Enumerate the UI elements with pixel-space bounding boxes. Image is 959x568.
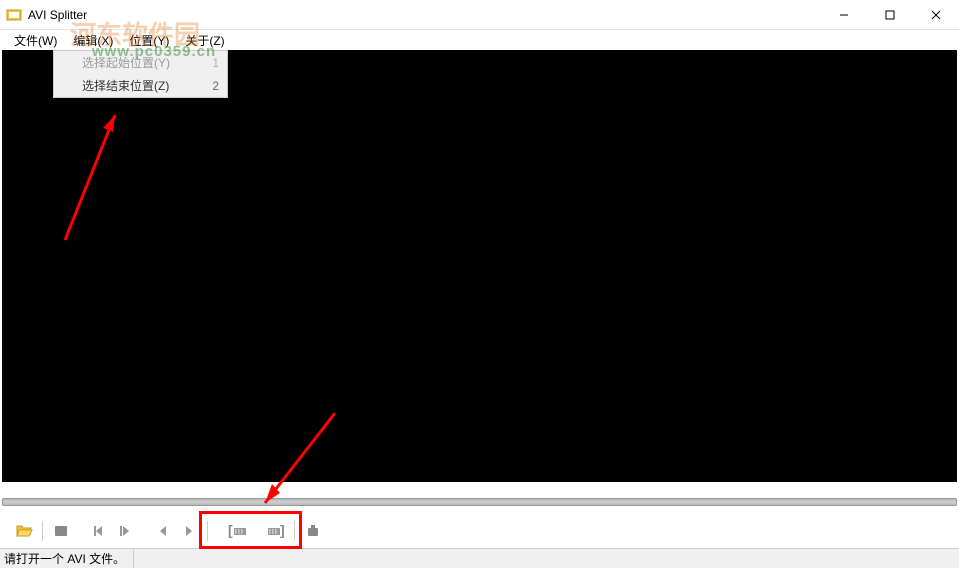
open-file-button[interactable] [12,519,36,543]
maximize-button[interactable] [867,0,913,29]
prev-keyframe-icon [92,524,106,538]
titlebar: AVI Splitter [0,0,959,30]
mark-out-icon: ] [266,524,286,538]
app-icon [6,7,22,23]
folder-button[interactable] [49,519,73,543]
position-dropdown: 选择起始位置(Y) 1 选择结束位置(Z) 2 [53,50,228,98]
svg-text:[: [ [228,524,233,538]
export-icon [305,523,321,539]
menu-item-label: 选择结束位置(Z) [82,77,192,94]
toolbar-separator [294,521,295,541]
mark-in-icon: [ [228,524,248,538]
next-keyframe-button[interactable] [113,519,137,543]
menu-edit[interactable]: 编辑(X) [65,30,121,51]
mark-in-button[interactable]: [ [226,519,250,543]
toolbar: [ ] [0,516,959,546]
prev-keyframe-button[interactable] [87,519,111,543]
prev-frame-button[interactable] [151,519,175,543]
menu-about[interactable]: 关于(Z) [177,30,232,51]
menu-item-select-start[interactable]: 选择起始位置(Y) 1 [54,51,227,74]
folder-icon [53,523,69,539]
toolbar-separator [42,521,43,541]
svg-text:]: ] [280,524,285,538]
toolbar-separator [207,521,208,541]
menu-position[interactable]: 位置(Y) [121,30,177,51]
progress-bar [0,488,959,516]
next-keyframe-icon [118,524,132,538]
menu-item-select-end[interactable]: 选择结束位置(Z) 2 [54,74,227,97]
prev-frame-icon [156,524,170,538]
menubar: 文件(W) 编辑(X) 位置(Y) 关于(Z) [0,30,959,50]
status-text: 请打开一个 AVI 文件。 [4,549,134,568]
video-preview [2,50,957,482]
mark-out-button[interactable]: ] [264,519,288,543]
folder-open-icon [15,522,33,540]
next-frame-button[interactable] [177,519,201,543]
menu-item-label: 选择起始位置(Y) [82,54,192,71]
window-controls [821,0,959,29]
export-button[interactable] [301,519,325,543]
menu-item-shortcut: 2 [212,79,219,93]
menu-file[interactable]: 文件(W) [6,30,65,51]
menu-item-shortcut: 1 [212,56,219,70]
progress-track[interactable] [2,498,957,506]
next-frame-icon [182,524,196,538]
minimize-button[interactable] [821,0,867,29]
window-title: AVI Splitter [28,8,87,22]
statusbar: 请打开一个 AVI 文件。 [0,548,959,568]
close-button[interactable] [913,0,959,29]
